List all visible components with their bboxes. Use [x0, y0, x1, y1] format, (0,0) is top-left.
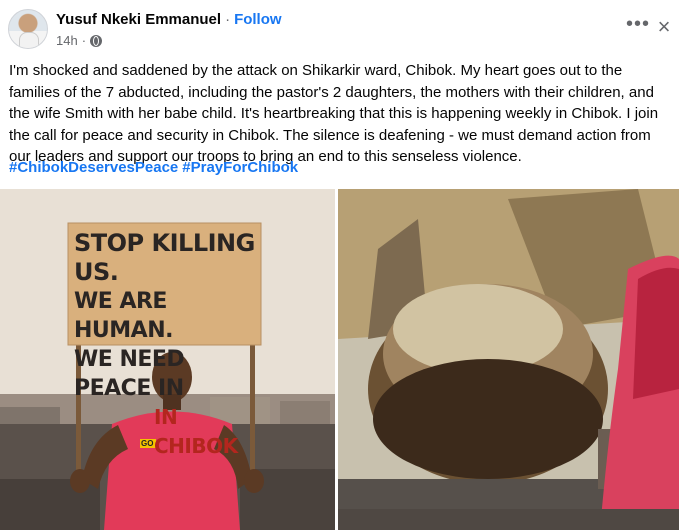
author-line: Yusuf Nkeki Emmanuel · Follow: [56, 11, 282, 28]
burned-pile-illustration: [338, 189, 679, 530]
post-body-text: I'm shocked and saddened by the attack o…: [9, 62, 659, 165]
hashtag-link[interactable]: #ChibokDeservesPeace: [9, 159, 178, 176]
time-separator: ·: [81, 33, 87, 48]
photo-burned-grain[interactable]: [338, 189, 679, 530]
sign-line: STOP KILLING US.: [74, 229, 255, 286]
close-icon[interactable]: ×: [650, 14, 678, 42]
shirt-logo: GO: [141, 439, 154, 448]
sign-line: WE NEED PEACE IN: [74, 347, 185, 401]
sign-line: WE ARE HUMAN.: [74, 289, 173, 343]
post-header: Yusuf Nkeki Emmanuel · Follow 14h · ••• ×: [0, 0, 679, 58]
sign-line-red: IN CHIBOK: [154, 405, 238, 458]
sign-text: STOP KILLING US. WE ARE HUMAN. WE NEED P…: [74, 229, 259, 461]
photo-protest-sign[interactable]: STOP KILLING US. WE ARE HUMAN. WE NEED P…: [0, 189, 335, 530]
post-time[interactable]: 14h: [56, 33, 78, 48]
author-name[interactable]: Yusuf Nkeki Emmanuel: [56, 11, 221, 28]
follow-button[interactable]: Follow: [234, 11, 282, 28]
author-avatar[interactable]: [8, 9, 48, 49]
globe-icon: [90, 34, 103, 47]
hashtag-link[interactable]: #PrayForChibok: [182, 159, 298, 176]
name-separator: ·: [225, 11, 231, 28]
post-meta: 14h ·: [56, 33, 103, 48]
more-options-icon[interactable]: •••: [624, 14, 652, 42]
post-hashtags: #ChibokDeservesPeace #PrayForChibok: [9, 159, 302, 176]
